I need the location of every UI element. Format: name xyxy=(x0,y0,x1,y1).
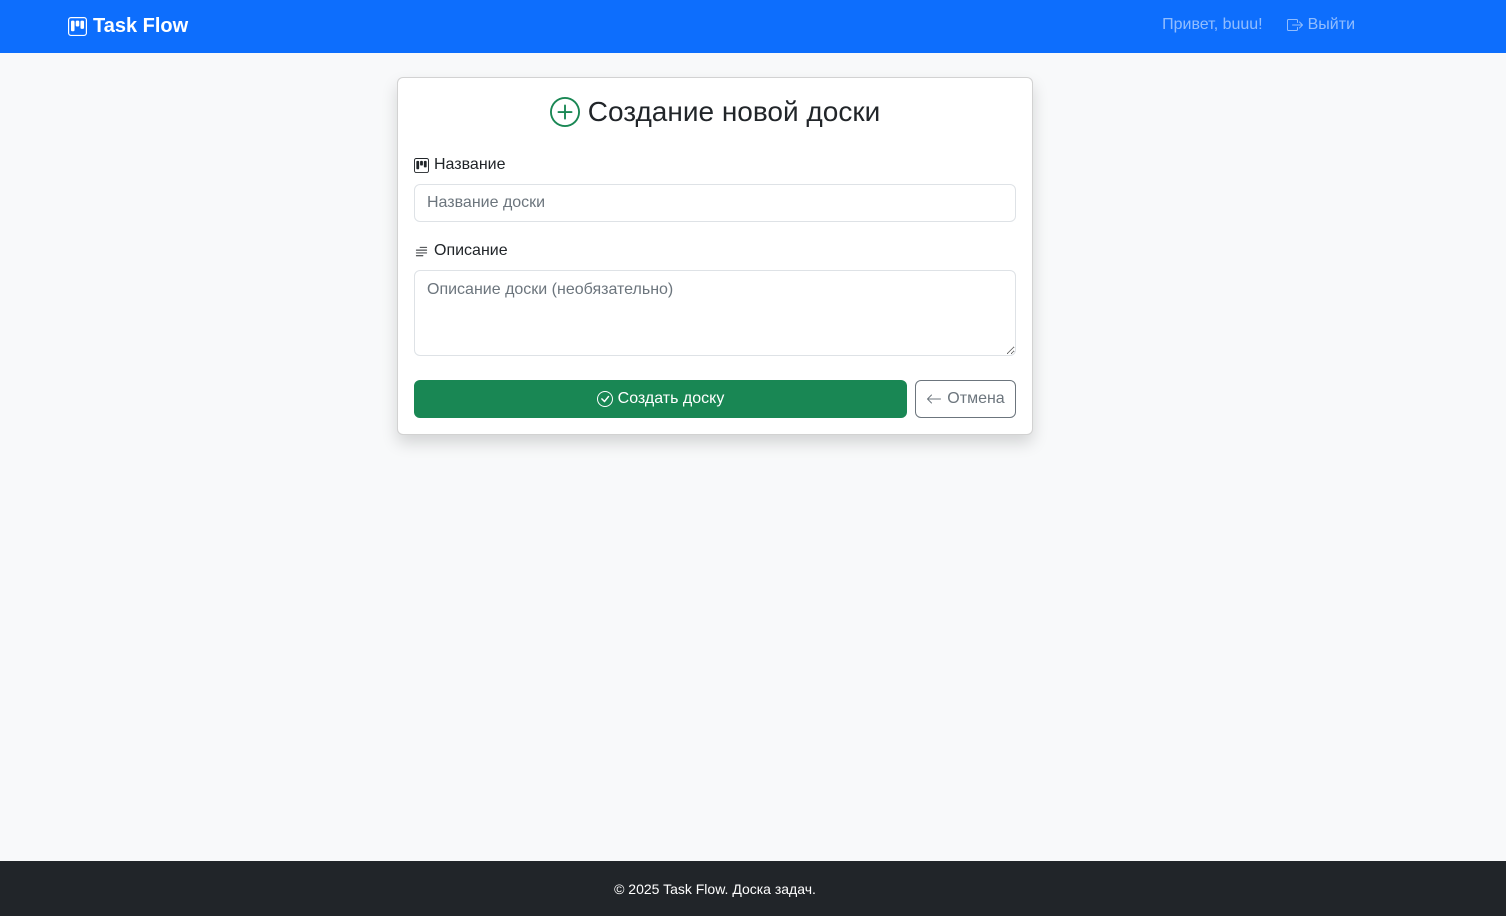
page-title-text: Создание новой доски xyxy=(587,96,881,127)
create-board-button[interactable]: Создать доску xyxy=(414,380,907,418)
check-circle-icon xyxy=(596,391,613,407)
create-board-label: Создать доску xyxy=(617,390,725,407)
description-label-text: Описание xyxy=(434,242,508,259)
board-description-input[interactable] xyxy=(414,270,1016,356)
footer-text: © 2025 Task Flow. Доска задач. xyxy=(614,880,816,897)
box-arrow-right-icon xyxy=(1286,19,1303,31)
footer: © 2025 Task Flow. Доска задач. xyxy=(0,861,1506,916)
name-label: Название xyxy=(414,156,506,174)
cancel-button[interactable]: Отмена xyxy=(915,380,1016,418)
navbar: Task Flow Привет, buuu! Выйти xyxy=(0,0,1506,53)
kanban-icon xyxy=(414,157,429,173)
brand-name: Task Flow xyxy=(93,15,189,37)
board-name-input[interactable] xyxy=(414,184,1016,222)
brand-link[interactable]: Task Flow xyxy=(68,15,188,38)
description-label: Описание xyxy=(414,242,508,260)
page-title: Создание новой доски xyxy=(398,96,1032,128)
kanban-icon xyxy=(68,17,87,36)
name-label-text: Название xyxy=(434,156,506,173)
nav-right: Привет, buuu! Выйти xyxy=(1162,16,1355,34)
text-lines-icon xyxy=(415,246,428,256)
user-greeting: Привет, buuu! xyxy=(1162,16,1263,33)
create-board-card: Создание новой доски Название Описание С… xyxy=(397,77,1033,435)
arrow-left-icon xyxy=(927,394,942,404)
plus-circle-icon xyxy=(549,97,580,127)
logout-link[interactable]: Выйти xyxy=(1286,16,1355,34)
logout-label: Выйти xyxy=(1307,16,1355,33)
cancel-label: Отмена xyxy=(947,390,1005,407)
